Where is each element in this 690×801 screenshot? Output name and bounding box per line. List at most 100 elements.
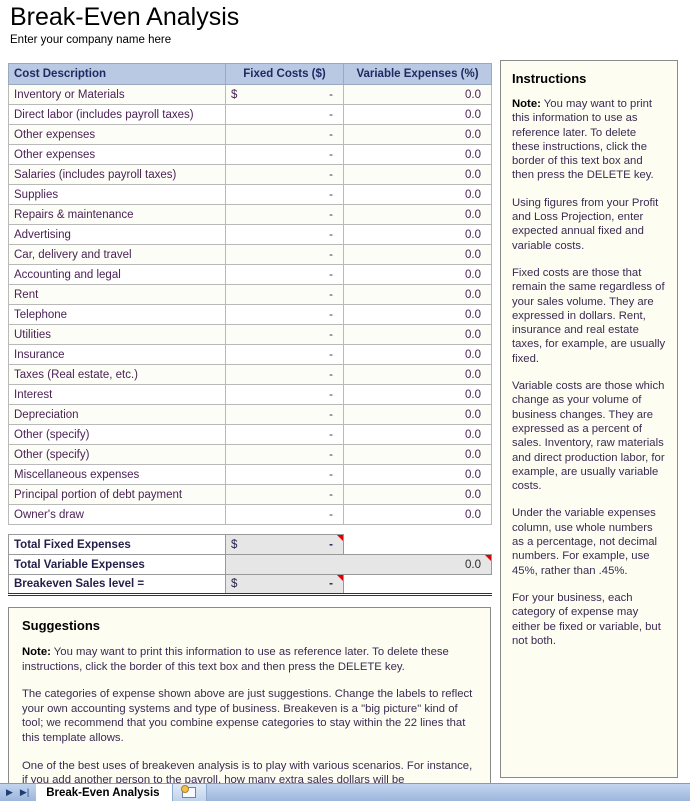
cell-fixed-cost[interactable]: - bbox=[225, 224, 344, 245]
comment-marker-icon[interactable] bbox=[337, 575, 343, 581]
company-name-placeholder[interactable]: Enter your company name here bbox=[10, 33, 239, 47]
cell-variable-expense[interactable]: 0.0 bbox=[343, 224, 492, 245]
cell-variable-expense[interactable]: 0.0 bbox=[343, 424, 492, 445]
cell-fixed-cost[interactable]: - bbox=[225, 384, 344, 405]
cell-fixed-cost[interactable]: - bbox=[225, 164, 344, 185]
cell-variable-expense[interactable]: 0.0 bbox=[343, 164, 492, 185]
cell-cost-description[interactable]: Direct labor (includes payroll taxes) bbox=[8, 104, 226, 125]
cell-variable-expense[interactable]: 0.0 bbox=[343, 244, 492, 265]
spreadsheet-page: Break-Even Analysis Enter your company n… bbox=[0, 0, 690, 801]
fixed-cost-value: - bbox=[329, 248, 333, 261]
cell-variable-expense[interactable]: 0.0 bbox=[343, 304, 492, 325]
breakeven-value-cell[interactable]: $ - bbox=[225, 574, 344, 596]
cell-fixed-cost[interactable]: - bbox=[225, 204, 344, 225]
cell-cost-description[interactable]: Utilities bbox=[8, 324, 226, 345]
cell-cost-description[interactable]: Insurance bbox=[8, 344, 226, 365]
cell-variable-expense[interactable]: 0.0 bbox=[343, 124, 492, 145]
cell-variable-expense[interactable]: 0.0 bbox=[343, 324, 492, 345]
suggestions-panel[interactable]: Suggestions Note: You may want to print … bbox=[8, 607, 491, 785]
sheet-nav-arrows: ▶ ▶| bbox=[0, 784, 36, 801]
cell-fixed-cost[interactable]: - bbox=[225, 464, 344, 485]
currency-symbol: $ bbox=[231, 88, 238, 101]
cell-fixed-cost[interactable]: - bbox=[225, 144, 344, 165]
breakeven-value: - bbox=[329, 578, 333, 590]
cell-fixed-cost[interactable]: - bbox=[225, 344, 344, 365]
cell-cost-description[interactable]: Inventory or Materials bbox=[8, 84, 226, 105]
table-row-breakeven: Breakeven Sales level = $ - bbox=[8, 574, 492, 596]
cell-fixed-cost[interactable]: - bbox=[225, 404, 344, 425]
cell-variable-expense[interactable]: 0.0 bbox=[343, 284, 492, 305]
cell-fixed-cost[interactable]: - bbox=[225, 484, 344, 505]
fixed-cost-value: - bbox=[329, 268, 333, 281]
cell-fixed-cost[interactable]: - bbox=[225, 504, 344, 525]
cell-cost-description[interactable]: Owner's draw bbox=[8, 504, 226, 525]
cell-fixed-cost[interactable]: - bbox=[225, 444, 344, 465]
cell-variable-expense[interactable]: 0.0 bbox=[343, 84, 492, 105]
cell-cost-description[interactable]: Supplies bbox=[8, 184, 226, 205]
cell-cost-description[interactable]: Interest bbox=[8, 384, 226, 405]
cell-variable-expense[interactable]: 0.0 bbox=[343, 184, 492, 205]
cell-cost-description[interactable]: Salaries (includes payroll taxes) bbox=[8, 164, 226, 185]
cell-variable-expense[interactable]: 0.0 bbox=[343, 384, 492, 405]
column-header-variable-expenses[interactable]: Variable Expenses (%) bbox=[343, 63, 492, 85]
cell-variable-expense[interactable]: 0.0 bbox=[343, 484, 492, 505]
fixed-cost-value: - bbox=[329, 368, 333, 381]
instructions-note-label: Note: bbox=[512, 98, 541, 110]
cell-cost-description[interactable]: Other expenses bbox=[8, 144, 226, 165]
cell-cost-description[interactable]: Advertising bbox=[8, 224, 226, 245]
cell-cost-description[interactable]: Accounting and legal bbox=[8, 264, 226, 285]
cell-variable-expense[interactable]: 0.0 bbox=[343, 204, 492, 225]
nav-next-icon[interactable]: ▶ bbox=[6, 788, 13, 797]
instructions-note-text: You may want to print this information t… bbox=[512, 98, 654, 182]
table-row: Supplies -0.0 bbox=[8, 184, 492, 205]
fixed-cost-value: - bbox=[329, 148, 333, 161]
cell-fixed-cost[interactable]: - bbox=[225, 184, 344, 205]
cell-cost-description[interactable]: Miscellaneous expenses bbox=[8, 464, 226, 485]
insert-worksheet-button[interactable] bbox=[172, 784, 207, 801]
total-variable-value-cell[interactable]: 0.0 bbox=[225, 554, 492, 575]
cell-fixed-cost[interactable]: - bbox=[225, 284, 344, 305]
cell-cost-description[interactable]: Depreciation bbox=[8, 404, 226, 425]
cell-variable-expense[interactable]: 0.0 bbox=[343, 344, 492, 365]
cell-fixed-cost[interactable]: $ - bbox=[225, 84, 344, 105]
cell-variable-expense[interactable]: 0.0 bbox=[343, 464, 492, 485]
spacer-cell bbox=[343, 574, 492, 596]
sheet-tab-break-even-analysis[interactable]: Break-Even Analysis bbox=[36, 784, 173, 801]
cell-variable-expense[interactable]: 0.0 bbox=[343, 104, 492, 125]
cell-fixed-cost[interactable]: - bbox=[225, 324, 344, 345]
table-row: Depreciation -0.0 bbox=[8, 404, 492, 425]
cell-variable-expense[interactable]: 0.0 bbox=[343, 404, 492, 425]
cell-cost-description[interactable]: Other (specify) bbox=[8, 444, 226, 465]
instructions-paragraphs: Using figures from your Profit and Loss … bbox=[512, 196, 666, 648]
currency-symbol: $ bbox=[231, 538, 238, 551]
cell-fixed-cost[interactable]: - bbox=[225, 264, 344, 285]
cell-fixed-cost[interactable]: - bbox=[225, 104, 344, 125]
cell-cost-description[interactable]: Rent bbox=[8, 284, 226, 305]
total-fixed-value-cell[interactable]: $ - bbox=[225, 534, 344, 555]
cell-fixed-cost[interactable]: - bbox=[225, 124, 344, 145]
cell-variable-expense[interactable]: 0.0 bbox=[343, 444, 492, 465]
cell-variable-expense[interactable]: 0.0 bbox=[343, 504, 492, 525]
fixed-cost-value: - bbox=[329, 128, 333, 141]
cell-fixed-cost[interactable]: - bbox=[225, 244, 344, 265]
cell-variable-expense[interactable]: 0.0 bbox=[343, 364, 492, 385]
cell-cost-description[interactable]: Other (specify) bbox=[8, 424, 226, 445]
cell-variable-expense[interactable]: 0.0 bbox=[343, 144, 492, 165]
instructions-panel[interactable]: Instructions Note: You may want to print… bbox=[500, 60, 678, 778]
comment-marker-icon[interactable] bbox=[485, 555, 491, 561]
cell-cost-description[interactable]: Car, delivery and travel bbox=[8, 244, 226, 265]
cell-fixed-cost[interactable]: - bbox=[225, 424, 344, 445]
comment-marker-icon[interactable] bbox=[337, 535, 343, 541]
nav-last-icon[interactable]: ▶| bbox=[20, 788, 29, 797]
column-header-cost-description[interactable]: Cost Description bbox=[8, 63, 226, 85]
cell-fixed-cost[interactable]: - bbox=[225, 364, 344, 385]
cell-cost-description[interactable]: Other expenses bbox=[8, 124, 226, 145]
cell-variable-expense[interactable]: 0.0 bbox=[343, 264, 492, 285]
column-header-fixed-costs[interactable]: Fixed Costs ($) bbox=[225, 63, 344, 85]
cell-fixed-cost[interactable]: - bbox=[225, 304, 344, 325]
cell-cost-description[interactable]: Principal portion of debt payment bbox=[8, 484, 226, 505]
cell-cost-description[interactable]: Repairs & maintenance bbox=[8, 204, 226, 225]
total-fixed-label: Total Fixed Expenses bbox=[8, 534, 226, 555]
cell-cost-description[interactable]: Telephone bbox=[8, 304, 226, 325]
cell-cost-description[interactable]: Taxes (Real estate, etc.) bbox=[8, 364, 226, 385]
